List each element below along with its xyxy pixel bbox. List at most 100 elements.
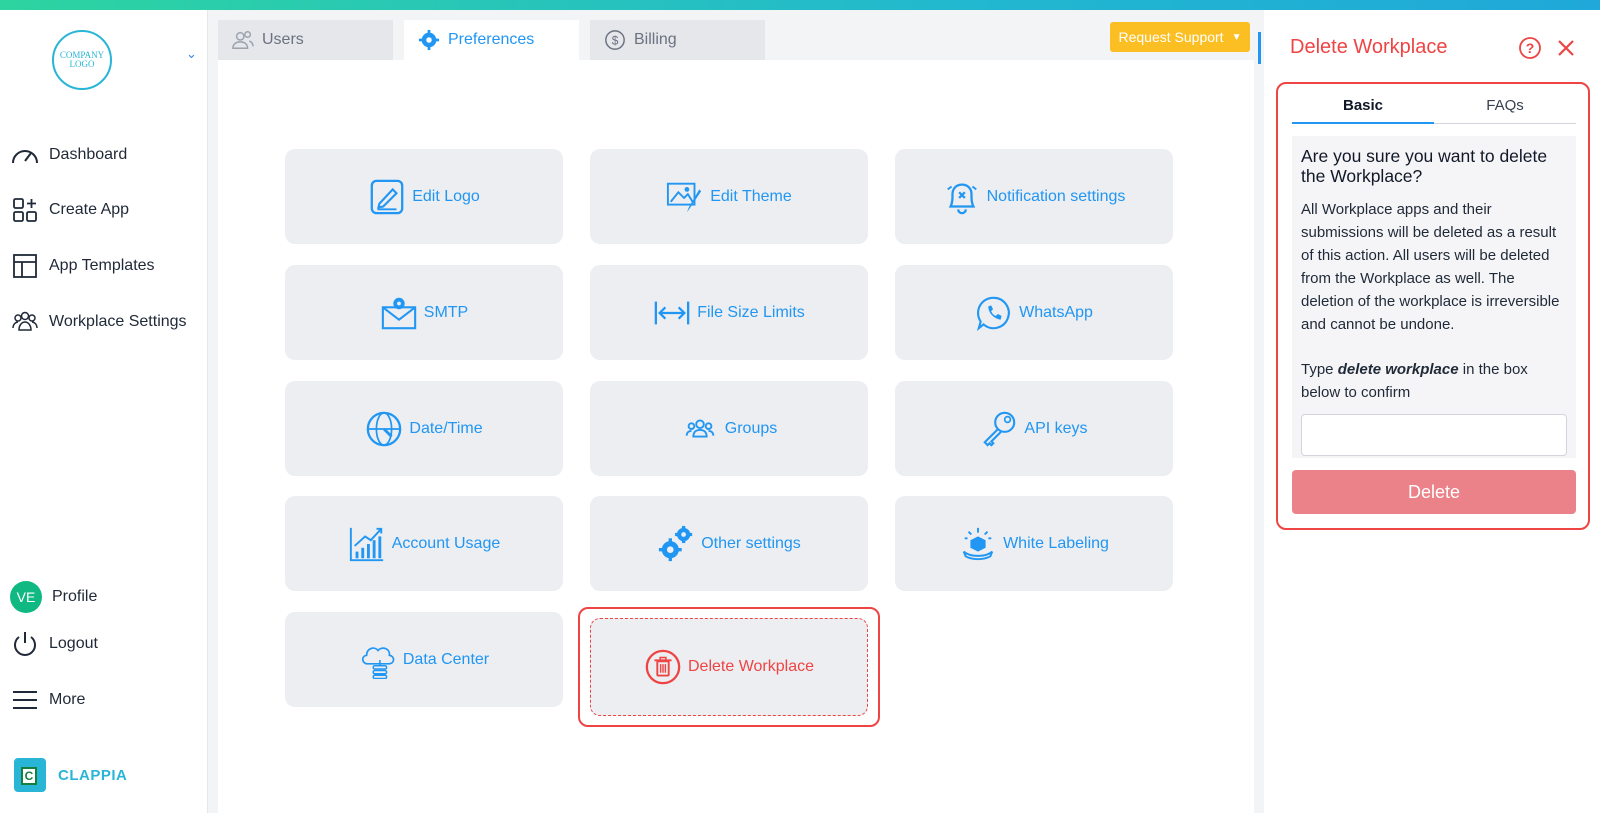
top-gradient-bar [0,0,1600,10]
card-notification-settings-label: Notification settings [986,187,1126,205]
confirmation-content: Are you sure you want to delete the Work… [1292,136,1576,458]
theme-icon [667,182,702,212]
arrows-horizontal-icon [654,301,690,324]
nav-logout-label: Logout [49,635,98,652]
confirmation-description: All Workplace apps and their submissions… [1301,201,1560,333]
nav-profile-label: Profile [52,588,98,605]
confirm-keyword: delete workplace [1337,361,1459,378]
card-other-settings-label: Other settings [701,534,801,552]
whatsapp-icon [976,296,1010,331]
card-notification-settings[interactable]: Notification settings [895,149,1173,244]
delete-button[interactable]: Delete [1292,470,1576,514]
nav-app-templates-label: App Templates [49,257,155,274]
card-groups-label: Groups [724,419,778,437]
tab-users-label: Users [262,31,304,48]
panel-tabs: Basic FAQs [1292,92,1576,124]
delete-form-box: Basic FAQs Are you sure you want to dele… [1276,82,1590,530]
card-other-settings[interactable]: Other settings [590,496,868,591]
tab-preferences[interactable]: Preferences [404,20,579,60]
nav-workplace-settings[interactable]: Workplace Settings [10,308,187,336]
svg-text:?: ? [1526,40,1535,56]
chart-icon [349,527,383,561]
main-content: Users Preferences $ Billing Request Supp… [218,10,1254,813]
nav-more[interactable]: More [10,686,85,714]
bell-icon [946,183,977,214]
panel-title: Delete Workplace [1290,36,1448,58]
card-smtp[interactable]: SMTP [285,265,563,360]
svg-text:$: $ [612,34,619,48]
nav-dashboard-label: Dashboard [49,146,128,163]
nav-profile[interactable]: VE Profile [10,580,97,614]
panel-header: Delete Workplace ? [1258,30,1600,66]
card-edit-theme-label: Edit Theme [710,187,792,205]
tab-billing[interactable]: $ Billing [590,20,765,60]
brand-name: CLAPPIA [58,766,128,784]
card-edit-theme[interactable]: Edit Theme [590,149,868,244]
nav-app-templates[interactable]: App Templates [10,252,155,280]
nav-create-app[interactable]: Create App [10,196,129,224]
close-icon[interactable] [1556,38,1576,58]
card-groups[interactable]: Groups [590,381,868,476]
cloud-database-icon [361,646,395,679]
confirm-instruction: Type delete workplace in the box below t… [1301,358,1567,404]
card-account-usage-label: Account Usage [391,534,501,552]
help-icon[interactable]: ? [1518,36,1542,60]
card-delete-workplace-highlight: Delete Workplace [578,607,880,727]
tab-preferences-label: Preferences [448,31,535,48]
key-icon [983,411,1016,447]
trash-icon [645,649,681,685]
card-edit-logo-label: Edit Logo [412,187,480,205]
card-edit-logo[interactable]: Edit Logo [285,149,563,244]
card-data-center-label: Data Center [402,650,490,668]
dollar-icon: $ [605,30,625,50]
card-smtp-label: SMTP [423,303,469,321]
tab-faqs[interactable]: FAQs [1434,92,1576,124]
request-support-label: Request Support [1118,29,1224,45]
chevron-down-icon[interactable]: ⌄ [186,46,197,62]
layout-icon [13,254,37,278]
card-data-center[interactable]: Data Center [285,612,563,707]
nav-dashboard[interactable]: Dashboard [10,141,127,169]
card-date-time-label: Date/Time [409,419,483,437]
gear-icon [418,29,440,51]
caret-down-icon: ▼ [1231,31,1242,43]
confirmation-question: Are you sure you want to delete the Work… [1301,146,1548,186]
nav-more-label: More [49,691,86,708]
tab-billing-label: Billing [634,31,677,48]
card-delete-workplace-label: Delete Workplace [688,658,814,675]
confirm-input[interactable] [1301,414,1567,456]
groups-icon [685,419,715,438]
tab-basic[interactable]: Basic [1292,92,1434,124]
confirm-prefix: Type [1301,361,1338,378]
card-white-labeling-label: White Labeling [1003,534,1109,552]
request-support-button[interactable]: Request Support ▼ [1110,22,1250,52]
card-delete-workplace[interactable]: Delete Workplace [590,618,868,716]
mail-gear-icon [381,297,416,329]
speedometer-icon [12,150,38,164]
card-whatsapp[interactable]: WhatsApp [895,265,1173,360]
clappia-brand[interactable]: C CLAPPIA [14,758,127,792]
card-file-size-limits-label: File Size Limits [697,303,805,321]
card-api-keys[interactable]: API keys [895,381,1173,476]
card-api-keys-label: API keys [1024,419,1088,437]
card-white-labeling[interactable]: White Labeling [895,496,1173,591]
sidebar: COMPANY LOGO ⌄ Dashboard Create App App … [0,10,208,813]
edit-logo-icon [370,179,404,214]
nav-workplace-settings-label: Workplace Settings [49,313,187,330]
company-logo[interactable]: COMPANY LOGO [52,30,112,90]
avatar: VE [10,581,42,613]
nav-logout[interactable]: Logout [10,630,98,658]
label-icon [962,527,994,560]
grid-plus-icon [13,198,37,222]
card-account-usage[interactable]: Account Usage [285,496,563,591]
card-whatsapp-label: WhatsApp [1019,303,1093,321]
tab-users[interactable]: Users [218,20,393,60]
card-file-size-limits[interactable]: File Size Limits [590,265,868,360]
nav-create-app-label: Create App [49,201,130,218]
globe-clock-icon [367,411,402,446]
power-icon [14,632,36,656]
card-date-time[interactable]: Date/Time [285,381,563,476]
panel-header-accent [1258,32,1261,64]
people-icon [12,311,38,331]
clappia-logo-icon: C [14,758,46,792]
